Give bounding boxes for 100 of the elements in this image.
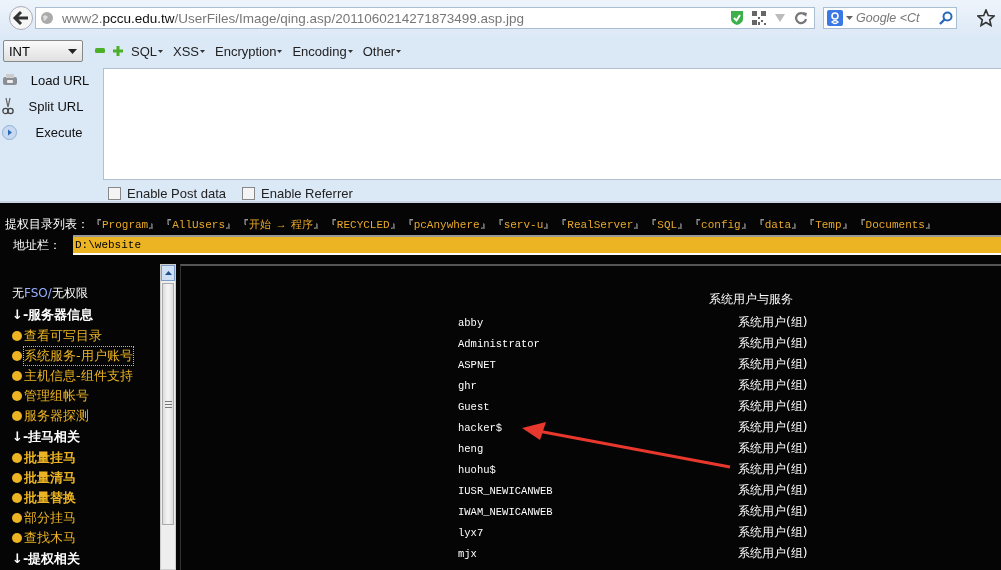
search-engine-icon[interactable] xyxy=(827,10,843,26)
bullet-icon xyxy=(12,493,22,503)
user-name-cell-text: lyx7 xyxy=(458,526,485,539)
search-icon[interactable] xyxy=(939,11,953,25)
back-button[interactable] xyxy=(9,6,33,30)
caret-icon[interactable] xyxy=(846,16,853,20)
bullet-icon xyxy=(12,391,22,401)
user-type-cell: 系统用户(组) xyxy=(738,335,808,352)
dir-link[interactable]: 『开始 → 程序』 xyxy=(238,216,324,232)
user-type-cell: 系统用户(组) xyxy=(738,419,808,436)
section-heading: ↓-挂马相关 xyxy=(12,428,82,446)
reload-icon[interactable] xyxy=(794,11,808,25)
user-name-cell-text: hacker$ xyxy=(458,421,504,434)
sidebar-link[interactable]: 查找木马 xyxy=(23,528,77,548)
scrollbar[interactable] xyxy=(160,264,176,570)
sidebar-link[interactable]: 批量挂马 xyxy=(23,448,77,468)
menu-button[interactable]: Encoding xyxy=(292,43,353,59)
qr-code-icon[interactable] xyxy=(752,11,766,25)
scroll-up-icon[interactable] xyxy=(164,271,172,275)
user-type-cell: 系统用户(组) xyxy=(738,461,808,478)
dir-link[interactable]: 『RealServer』 xyxy=(556,216,645,232)
user-type-cell: 系统用户(组) xyxy=(738,545,808,562)
dir-link[interactable]: 『config』 xyxy=(690,216,752,232)
checkbox[interactable] xyxy=(242,187,256,200)
sidebar-link[interactable]: 系统服务-用户账号 xyxy=(23,346,134,366)
user-name-cell-text: Guest xyxy=(458,400,491,413)
sidebar-link[interactable]: 部分挂马 xyxy=(23,508,77,528)
dir-link[interactable]: 『AllUsers』 xyxy=(161,216,237,232)
caret-icon xyxy=(396,49,402,53)
bullet-icon xyxy=(12,513,22,523)
user-type-cell: 系统用户(组) xyxy=(738,377,808,394)
dir-link[interactable]: 『SQL』 xyxy=(646,216,689,232)
scissors-icon[interactable] xyxy=(2,97,14,115)
menu-button[interactable]: SQL xyxy=(131,43,163,59)
address-label: 地址栏： xyxy=(11,236,62,254)
checkbox[interactable] xyxy=(108,187,121,200)
play-icon[interactable] xyxy=(2,124,17,140)
bullet-icon xyxy=(12,351,22,361)
section-heading: ↓-提权相关 xyxy=(12,550,82,568)
menu-button[interactable]: Encryption xyxy=(215,43,283,59)
user-name-cell-text: mjx xyxy=(458,547,478,560)
menu-button[interactable]: XSS xyxy=(173,43,206,59)
plus-icon[interactable] xyxy=(113,46,123,56)
dir-link[interactable]: 『Program』 xyxy=(91,216,160,232)
url-text: www2.pccu.edu.tw/UserFiles/Image/qing.asp/2011060214271873499.asp.jpg xyxy=(62,10,525,26)
dir-link[interactable]: 『Documents』 xyxy=(854,216,936,232)
menu-button[interactable]: Other xyxy=(362,43,402,59)
user-name-cell-text: Administrator xyxy=(458,337,541,350)
caret-icon xyxy=(68,48,77,54)
sidebar-link[interactable]: 管理组帐号 xyxy=(23,386,90,406)
user-type-cell: 系统用户(组) xyxy=(738,356,808,373)
back-arrow-icon xyxy=(12,10,30,26)
dir-link[interactable]: 『Temp』 xyxy=(804,216,853,232)
sidebar-link[interactable]: 主机信息-组件支持 xyxy=(23,366,134,386)
bullet-icon xyxy=(12,411,22,421)
user-type-cell: 系统用户(组) xyxy=(738,440,808,457)
dir-link[interactable]: 『data』 xyxy=(753,216,803,232)
address-bar[interactable]: www2.pccu.edu.tw/UserFiles/Image/qing.asp/2011060214271873499.asp.jpg xyxy=(35,7,815,29)
user-name-cell-text: ASPNET xyxy=(458,358,497,371)
user-name-cell-text: abby xyxy=(458,316,485,329)
dir-list-label: 提权目录列表： xyxy=(5,215,89,233)
action-button[interactable]: Split URL xyxy=(18,98,94,114)
user-name-cell-text: ghr xyxy=(458,379,478,392)
shield-check-icon xyxy=(730,10,744,26)
caret-icon xyxy=(277,49,283,53)
action-button[interactable]: Load URL xyxy=(22,72,98,88)
dir-link[interactable]: 『RECYCLED』 xyxy=(325,216,401,232)
column-header: 系统用户与服务 xyxy=(709,291,794,308)
dir-link[interactable]: 『serv-u』 xyxy=(492,216,555,232)
bullet-icon xyxy=(12,473,22,483)
sidebar-link[interactable]: 批量清马 xyxy=(23,468,77,488)
caret-icon xyxy=(158,49,163,53)
permission-note: 无FSO/无权限 xyxy=(12,285,89,302)
user-name-cell-text: IWAM_NEWICANWEB xyxy=(458,505,554,518)
type-select[interactable]: INT xyxy=(3,40,83,62)
bullet-icon xyxy=(12,331,22,341)
sidebar-link[interactable]: 查看可写目录 xyxy=(23,326,103,346)
checkbox-label: Enable Referrer xyxy=(261,186,353,201)
minus-icon[interactable] xyxy=(95,48,105,54)
path-field[interactable]: D:\website xyxy=(73,235,1001,255)
user-type-cell: 系统用户(组) xyxy=(738,524,808,541)
user-type-cell: 系统用户(组) xyxy=(738,314,808,331)
user-type-cell: 系统用户(组) xyxy=(738,398,808,415)
dir-link[interactable]: 『pcAnywhere』 xyxy=(402,216,491,232)
sidebar-link[interactable]: 服务器探测 xyxy=(23,406,90,426)
caret-icon xyxy=(347,49,353,53)
action-button[interactable]: Execute xyxy=(21,124,97,140)
printer-icon[interactable] xyxy=(2,73,18,87)
user-name-cell-text: huohu$ xyxy=(458,463,497,476)
bookmark-star-icon[interactable] xyxy=(977,9,995,27)
section-heading: ↓-服务器信息 xyxy=(12,306,95,324)
bullet-icon xyxy=(12,533,22,543)
bullet-icon xyxy=(12,371,22,381)
globe-icon xyxy=(40,11,54,25)
caret-icon xyxy=(200,49,206,53)
search-bar[interactable]: Google <Ct xyxy=(823,7,957,29)
checkbox-label: Enable Post data xyxy=(127,186,227,201)
sidebar-link[interactable]: 批量替换 xyxy=(23,488,77,508)
bullet-icon xyxy=(12,453,22,463)
user-name-cell-text: heng xyxy=(458,442,485,455)
